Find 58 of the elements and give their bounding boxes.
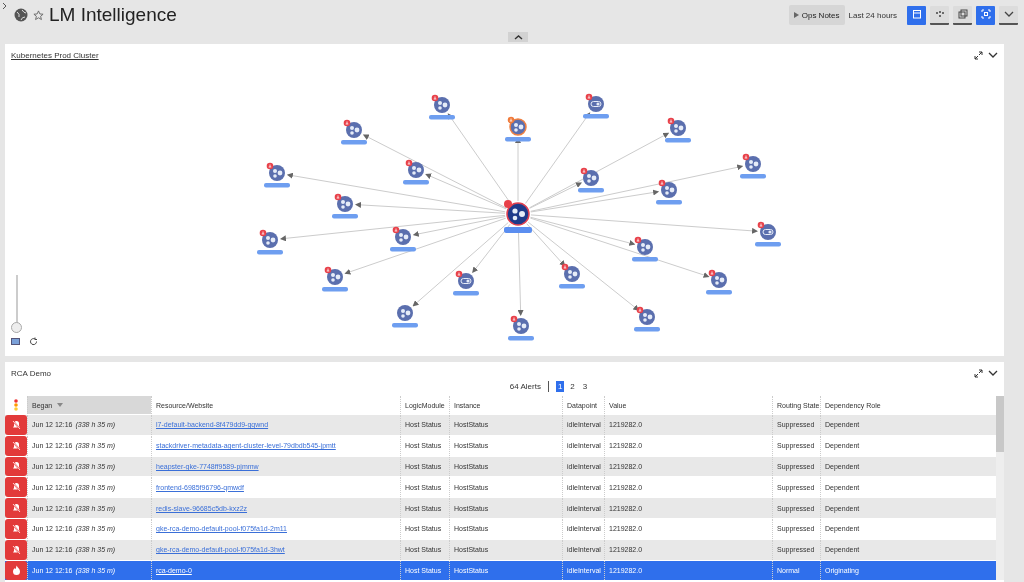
node-drawing[interactable]	[322, 266, 348, 292]
node-drawing[interactable]	[332, 193, 358, 219]
node-drawing[interactable]	[634, 306, 660, 332]
chevron-up-icon	[513, 34, 523, 40]
node-drawing[interactable]	[257, 229, 283, 255]
node-drawing[interactable]	[578, 167, 604, 193]
refresh-icon[interactable]	[29, 337, 38, 346]
node-drawing[interactable]	[341, 119, 367, 145]
traffic-light-icon	[14, 399, 18, 411]
copy-button[interactable]	[953, 5, 972, 25]
node-drawing[interactable]	[453, 270, 479, 296]
time-range-label[interactable]: Last 24 hours	[848, 10, 897, 20]
page-button[interactable]: 2	[568, 380, 577, 392]
node-drawing[interactable]	[740, 153, 766, 179]
node-drawing[interactable]	[665, 117, 691, 143]
node-drawing[interactable]	[429, 94, 455, 120]
alert-count: 64 Alerts	[509, 381, 541, 391]
node-drawing[interactable]	[505, 116, 531, 142]
sort-arrow-icon[interactable]	[57, 403, 64, 407]
node-drawing[interactable]	[504, 200, 532, 233]
chevron-down-icon[interactable]	[988, 369, 998, 377]
node-drawing[interactable]	[706, 269, 732, 295]
node-drawing[interactable]	[632, 236, 658, 262]
zoom-thumb[interactable]	[11, 322, 22, 333]
panel-title: RCA Demo	[11, 368, 51, 378]
dots-icon	[934, 9, 945, 19]
node-drawing[interactable]	[508, 315, 534, 341]
node-drawing[interactable]	[390, 226, 416, 252]
node-drawing[interactable]	[403, 159, 429, 185]
calendar-icon	[911, 9, 922, 19]
collapse-button[interactable]	[508, 32, 528, 42]
panel-title[interactable]: Kubernetes Prod Cluster	[11, 50, 99, 60]
node-drawing[interactable]	[559, 263, 585, 289]
dots-button[interactable]	[930, 5, 949, 25]
node-drawing[interactable]	[583, 93, 609, 119]
node-drawing[interactable]	[392, 305, 418, 328]
calendar-button[interactable]	[907, 5, 926, 25]
image-icon[interactable]	[11, 338, 20, 345]
ops-notes-button[interactable]: Ops Notes	[788, 5, 845, 25]
chevron-down-icon	[1003, 9, 1014, 19]
play-icon	[793, 12, 799, 18]
fit-view-icon	[980, 9, 991, 19]
fit-view-button[interactable]	[976, 5, 995, 25]
globe-icon	[14, 8, 28, 22]
node-drawing[interactable]	[264, 162, 290, 188]
page-button[interactable]: 1	[555, 380, 565, 392]
expand-icon[interactable]	[974, 50, 983, 60]
chevron-down-icon[interactable]	[988, 51, 998, 59]
scrollbar-thumb[interactable]	[996, 396, 1004, 452]
copy-icon	[957, 9, 968, 19]
dropdown-button[interactable]	[999, 5, 1018, 25]
node-drawing[interactable]	[656, 179, 682, 205]
sidebar-toggle-icon[interactable]	[2, 2, 7, 10]
node-drawing[interactable]	[755, 221, 781, 247]
expand-icon[interactable]	[974, 368, 983, 378]
page-button[interactable]: 3	[580, 380, 590, 392]
page-title: LM Intelligence	[49, 4, 177, 26]
star-icon[interactable]	[33, 9, 44, 21]
